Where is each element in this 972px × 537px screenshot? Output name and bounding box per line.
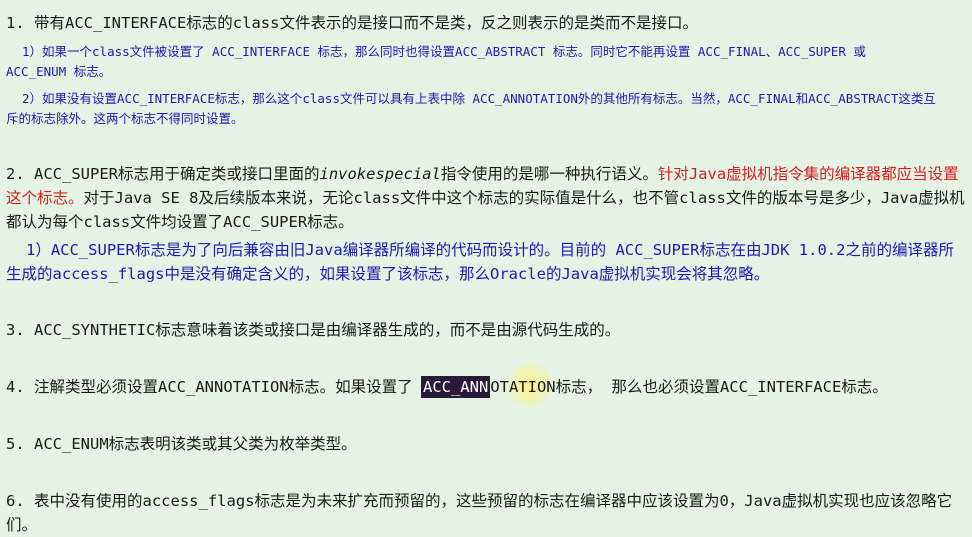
item-1-sub-1: 1）如果一个class文件被设置了 ACC_INTERFACE 标志，那么同时也…: [6, 44, 866, 79]
item-3-text: 3. ACC_SYNTHETIC标志意味着该类或接口是由编译器生成的，而不是由源…: [6, 321, 621, 339]
item-6-text: 6. 表中没有使用的access_flags标志是为未来扩充而预留的，这些预留的…: [6, 492, 953, 534]
item-2-part-1: 2. ACC_SUPER标志用于确定类或接口里面的: [6, 165, 320, 183]
item-2-sub-1: 1）ACC_SUPER标志是为了向后兼容由旧Java编译器所编译的代码而设计的。…: [6, 241, 954, 283]
item-4-before: 4. 注解类型必须设置ACC_ANNOTATION标志。如果设置了: [6, 378, 422, 396]
item-2-italic-term: invokespecial: [319, 165, 441, 183]
document-page: 1. 带有ACC_INTERFACE标志的class文件表示的是接口而不是类，反…: [0, 0, 972, 534]
item-4-rest: 那么也必须设置ACC_INTERFACE标志。: [602, 378, 888, 396]
item-2-text: 2. ACC_SUPER标志用于确定类或接口里面的invokespecial指令…: [6, 162, 966, 234]
item-1-text: 1. 带有ACC_INTERFACE标志的class文件表示的是接口而不是类，反…: [6, 14, 698, 32]
selected-text[interactable]: ACC_ANN: [421, 377, 490, 397]
item-2-part-3: 对于Java SE 8及后续版本来说，无论class文件中这个标志的实际值是什么…: [6, 189, 965, 231]
item-2-part-2: 指令使用的是哪一种执行语义。: [440, 165, 658, 183]
item-4-after-selection: OTATION标志，: [490, 378, 603, 396]
item-1-sub-2: 2）如果没有设置ACC_INTERFACE标志，那么这个class文件可以具有上…: [6, 91, 936, 126]
item-5-text: 5. ACC_ENUM标志表明该类或其父类为枚举类型。: [6, 435, 357, 453]
item-4-text: 4. 注解类型必须设置ACC_ANNOTATION标志。如果设置了 ACC_AN…: [6, 375, 966, 399]
